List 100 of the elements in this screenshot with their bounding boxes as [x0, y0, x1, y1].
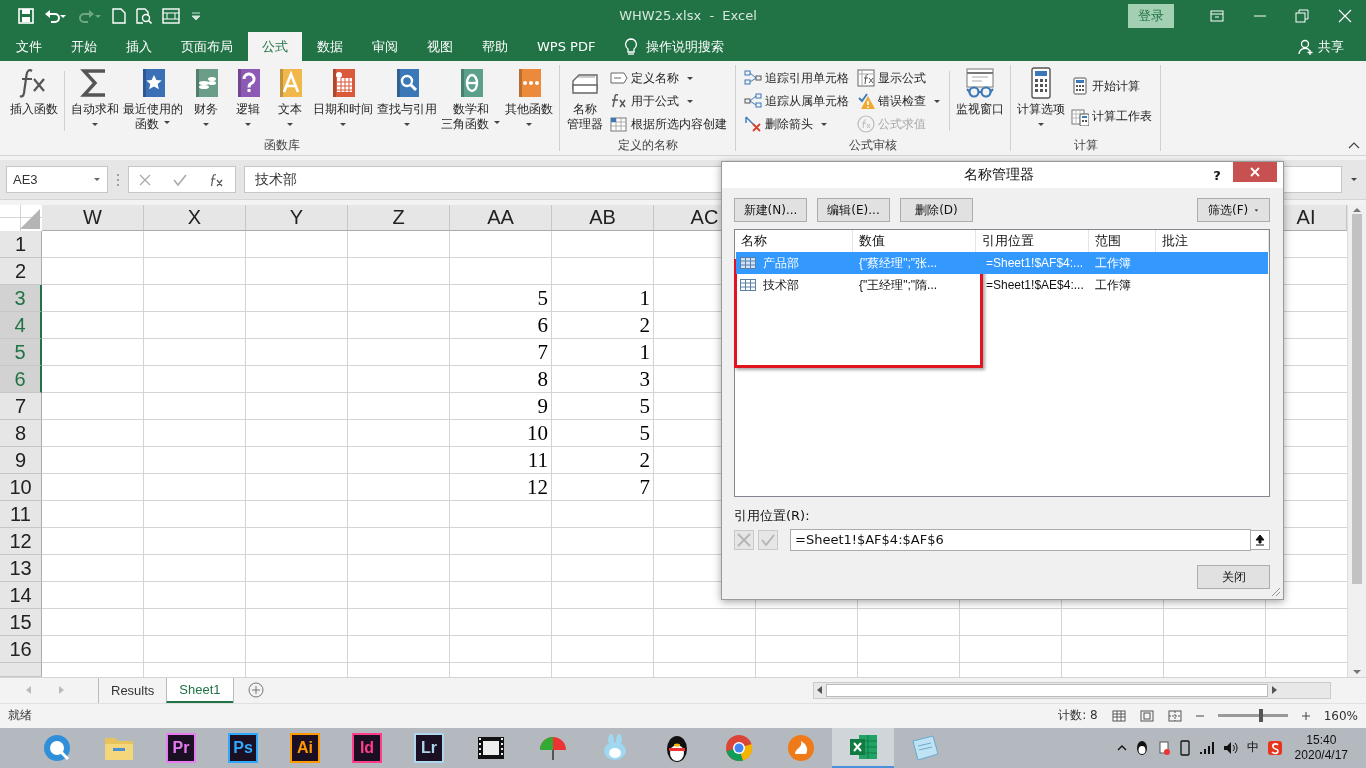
dialog-button[interactable]: 新建(N)...: [734, 198, 807, 222]
row-header[interactable]: 5: [0, 339, 42, 367]
collapse-ribbon-icon[interactable]: [1348, 141, 1360, 150]
zoom-in-icon[interactable]: [1301, 711, 1310, 720]
ribbon-button[interactable]: 删除箭头: [744, 114, 849, 135]
ribbon-tab[interactable]: 文件: [2, 32, 56, 62]
collapse-button[interactable]: [1250, 530, 1270, 550]
app-icon[interactable]: Ps: [228, 733, 258, 763]
ribbon-button[interactable]: 追踪从属单元格: [744, 91, 849, 112]
ribbon-button[interactable]: 日期和时间: [311, 65, 375, 131]
row-header[interactable]: 15: [0, 609, 42, 637]
dialog-button[interactable]: 编辑(E)...: [817, 198, 890, 222]
list-row[interactable]: 技术部 {"王经理";"隋... =Sheet1!$AE$4:... 工作簿: [736, 274, 1268, 296]
show-hidden-icons-icon[interactable]: [1116, 745, 1127, 751]
ribbon-button[interactable]: 用于公式: [610, 91, 727, 112]
input-method[interactable]: 中: [1246, 739, 1259, 757]
resize-grip-icon[interactable]: [1271, 587, 1281, 597]
horizontal-scrollbar[interactable]: [812, 681, 1331, 699]
row-header[interactable]: 2: [0, 258, 42, 286]
ribbon-button[interactable]: 财务: [185, 65, 227, 131]
ribbon-button[interactable]: 监视窗口: [954, 65, 1006, 118]
page-break-view-icon[interactable]: [1167, 709, 1182, 722]
ribbon-button[interactable]: 查找与引用: [375, 65, 439, 131]
app-icon[interactable]: Ai: [290, 733, 320, 763]
chrome-icon[interactable]: [723, 732, 755, 764]
app-icon[interactable]: Lr: [414, 733, 444, 763]
ribbon-tab[interactable]: 数据: [303, 32, 357, 62]
phone-icon[interactable]: [1178, 740, 1191, 756]
column-header[interactable]: AA: [450, 205, 552, 232]
ribbon-button[interactable]: 显示公式: [857, 68, 941, 89]
customize-toolbar-icon[interactable]: [190, 10, 202, 21]
clock[interactable]: 15:40 2020/4/17: [1294, 733, 1348, 763]
column-header[interactable]: X: [144, 205, 246, 232]
dialog-button[interactable]: 删除(D): [900, 198, 973, 222]
lightbulb-icon[interactable]: [624, 37, 639, 56]
refers-to-field[interactable]: =Sheet1!$AF$4:$AF$6: [790, 529, 1251, 551]
ribbon-button[interactable]: 自动求和: [69, 65, 121, 131]
row-header[interactable]: 11: [0, 501, 42, 529]
active-app-highlight[interactable]: [832, 728, 894, 768]
pin-icon[interactable]: [1156, 740, 1171, 756]
penguin-icon[interactable]: [1134, 740, 1149, 756]
app-icon[interactable]: Pr: [166, 733, 196, 763]
ribbon-button[interactable]: 追踪引用单元格: [744, 68, 849, 89]
filter-button[interactable]: 筛选(F): [1197, 198, 1270, 222]
ribbon-button[interactable]: 开始计算: [1071, 76, 1152, 96]
page-layout-icon[interactable]: [162, 7, 180, 24]
new-document-icon[interactable]: [112, 7, 126, 24]
ribbon-tab[interactable]: 帮助: [468, 32, 522, 62]
tell-me-search[interactable]: 操作说明搜索: [646, 37, 725, 56]
ribbon-button[interactable]: 定义名称: [610, 68, 727, 89]
app-icon[interactable]: Id: [352, 733, 382, 763]
restore-icon[interactable]: [1295, 8, 1310, 23]
share-button[interactable]: 共享: [1298, 32, 1344, 62]
cancel-icon[interactable]: [139, 173, 151, 186]
add-sheet-icon[interactable]: [247, 682, 264, 699]
column-header[interactable]: Z: [348, 205, 450, 232]
ribbon-button[interactable]: 名称 管理器: [564, 65, 606, 133]
ribbon-tab[interactable]: 插入: [112, 32, 166, 62]
enter-icon[interactable]: [173, 173, 187, 186]
row-header[interactable]: 12: [0, 528, 42, 556]
sign-in-button[interactable]: 登录: [1128, 3, 1174, 28]
globe-icon[interactable]: [41, 732, 73, 764]
ribbon-tab[interactable]: 视图: [413, 32, 467, 62]
signal-icon[interactable]: [1198, 741, 1215, 755]
close-button[interactable]: [1233, 162, 1277, 182]
ribbon-button[interactable]: 数学和 三角函数: [439, 65, 503, 133]
ribbon-tab[interactable]: 页面布局: [167, 32, 247, 62]
row-header[interactable]: 9: [0, 447, 42, 475]
zoom-slider-thumb[interactable]: [1259, 709, 1264, 723]
ribbon-button[interactable]: 最近使用的 函数: [121, 65, 185, 133]
names-list[interactable]: 名称 数值 引用位置 范围 批注 产品部 {"蔡经理";"张... =Sheet1!$AF$4:... 工作簿 技术部 {"王经理";"隋... =Sheet1!$AE$4:... 工作簿: [734, 229, 1270, 497]
close-icon[interactable]: [1337, 8, 1352, 23]
ribbon-tab[interactable]: 公式: [248, 32, 302, 62]
column-header[interactable]: Y: [246, 205, 348, 232]
name-box[interactable]: AE3: [6, 166, 108, 194]
row-header[interactable]: 14: [0, 582, 42, 610]
page-layout-view-icon[interactable]: [1139, 709, 1154, 722]
ribbon-button[interactable]: 文本: [269, 65, 311, 131]
sheet-tab[interactable]: Sheet1: [166, 678, 233, 703]
ribbon-button[interactable]: 其他函数: [503, 65, 555, 131]
flame-icon[interactable]: [785, 732, 817, 764]
zoom-level[interactable]: 160%: [1323, 708, 1358, 723]
ribbon-tab[interactable]: WPS PDF: [523, 32, 610, 62]
insert-function-icon[interactable]: [209, 172, 223, 187]
ribbon-display-icon[interactable]: [1210, 8, 1225, 23]
row-header[interactable]: 1: [0, 231, 42, 259]
ribbon-tab[interactable]: 开始: [57, 32, 111, 62]
help-button[interactable]: ?: [1205, 167, 1229, 183]
close-dialog-button[interactable]: 关闭: [1197, 565, 1270, 589]
normal-view-icon[interactable]: [1111, 709, 1126, 722]
ribbon-button[interactable]: 计算工作表: [1071, 106, 1152, 127]
row-header[interactable]: 8: [0, 420, 42, 448]
column-header[interactable]: W: [42, 205, 144, 232]
input-method-icon[interactable]: [1266, 740, 1283, 756]
ribbon-tab[interactable]: 审阅: [358, 32, 412, 62]
speaker-icon[interactable]: [1222, 741, 1239, 755]
row-header[interactable]: 6: [0, 366, 42, 394]
vertical-scrollbar[interactable]: [1347, 205, 1366, 678]
row-header[interactable]: 3: [0, 285, 42, 313]
column-header[interactable]: AB: [552, 205, 654, 232]
